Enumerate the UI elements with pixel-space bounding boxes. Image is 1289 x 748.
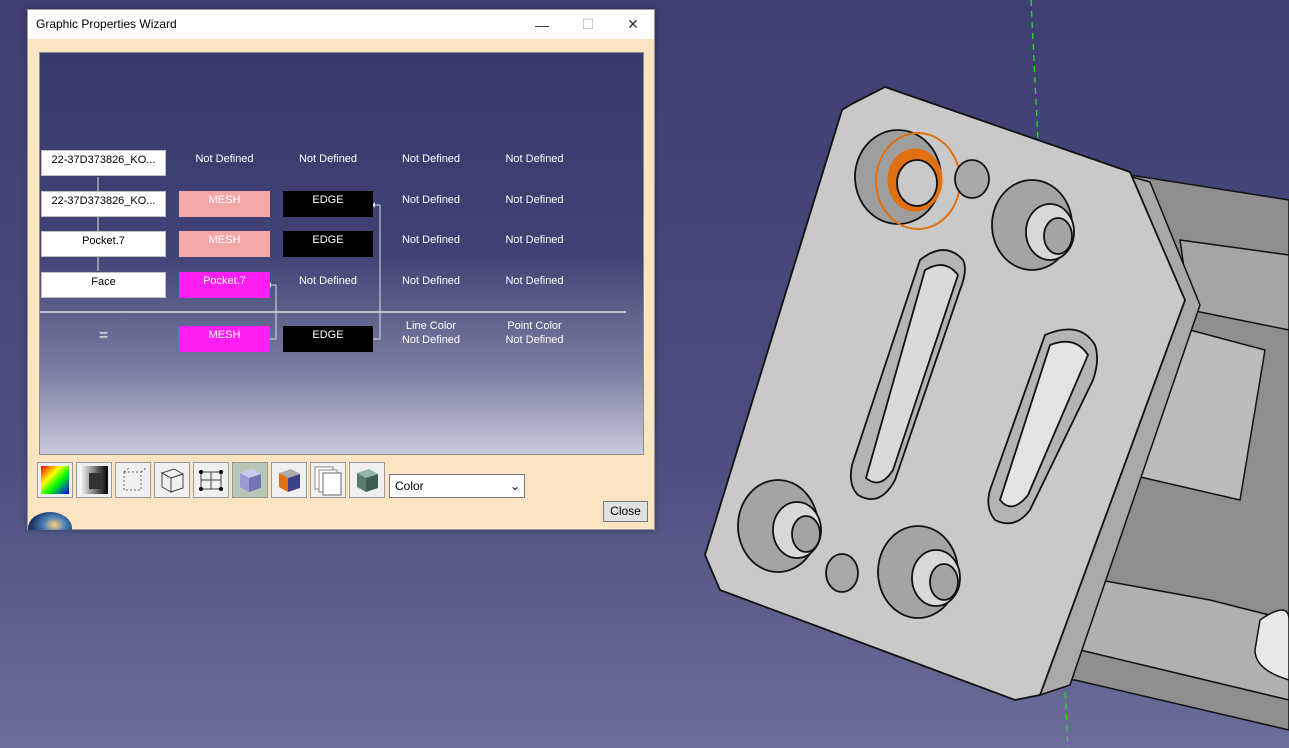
maximize-icon: ☐ bbox=[581, 16, 595, 32]
window-title: Graphic Properties Wizard bbox=[36, 17, 177, 31]
minimize-icon: — bbox=[535, 16, 549, 33]
graph-cell-r2-edge[interactable]: EDGE bbox=[283, 191, 373, 217]
hole-top-right bbox=[991, 179, 1075, 271]
graph-cell-r2-mesh[interactable]: MESH bbox=[179, 191, 270, 217]
result-line-color-value: Not Defined bbox=[401, 334, 461, 346]
dark-cube-button[interactable] bbox=[349, 462, 385, 498]
color-filter-select[interactable]: Color ⌄ bbox=[389, 474, 525, 498]
graph-cell-r1-c4: Not Defined bbox=[505, 153, 564, 165]
orange-cube-icon bbox=[279, 469, 300, 492]
close-icon: ✕ bbox=[627, 16, 639, 32]
points-box-button[interactable] bbox=[193, 462, 229, 498]
graph-cell-r3-c3: Not Defined bbox=[401, 234, 461, 246]
graph-cell-r1-c1: Not Defined bbox=[195, 153, 254, 165]
graph-node-pocket[interactable]: Pocket.7 bbox=[41, 231, 166, 257]
graph-cell-r3-c4: Not Defined bbox=[505, 234, 564, 246]
graph-cell-r3-edge[interactable]: EDGE bbox=[283, 231, 373, 257]
graph-cell-r2-c3: Not Defined bbox=[401, 194, 461, 206]
graph-cell-r2-c4: Not Defined bbox=[505, 194, 564, 206]
graph-cell-r1-c2: Not Defined bbox=[298, 153, 358, 165]
properties-graph: 22-37D373826_KO... Not Defined Not Defin… bbox=[39, 52, 644, 455]
graph-node-product[interactable]: 22-37D373826_KO... bbox=[41, 150, 166, 176]
result-point-color-label: Point Color bbox=[507, 320, 562, 332]
shaded-cube-button[interactable] bbox=[232, 462, 268, 498]
close-button[interactable]: Close bbox=[603, 501, 648, 522]
graphic-properties-wizard-dialog: Graphic Properties Wizard — ☐ ✕ 22-37D37… bbox=[27, 9, 655, 530]
graph-cell-r4-pocket[interactable]: Pocket.7 bbox=[179, 272, 270, 298]
close-window-button[interactable]: ✕ bbox=[610, 10, 656, 39]
shaded-cube-icon bbox=[240, 469, 261, 492]
result-equals-sign: = bbox=[98, 327, 109, 344]
chevron-down-icon: ⌄ bbox=[509, 479, 520, 493]
orange-cube-button[interactable] bbox=[271, 462, 307, 498]
gradient-cube-icon bbox=[80, 466, 108, 494]
hole-small-top bbox=[954, 159, 990, 199]
graph-cell-r4-c2: Not Defined bbox=[298, 275, 358, 287]
result-mesh[interactable]: MESH bbox=[179, 326, 270, 352]
hole-bottom-right bbox=[877, 525, 961, 619]
dotted-box-button[interactable] bbox=[115, 462, 151, 498]
result-point-color: Point Color Not Defined bbox=[488, 319, 581, 349]
gradient-cube-button[interactable] bbox=[76, 462, 112, 498]
wireframe-cube-icon bbox=[160, 468, 185, 493]
result-edge[interactable]: EDGE bbox=[283, 326, 373, 352]
result-line-color: Line Color Not Defined bbox=[385, 319, 477, 349]
color-wheel-button[interactable] bbox=[37, 462, 73, 498]
dark-cube-icon bbox=[357, 469, 378, 492]
color-filter-value: Color bbox=[395, 479, 424, 493]
dotted-box-icon bbox=[123, 467, 147, 491]
graph-cell-r4-c4: Not Defined bbox=[505, 275, 564, 287]
layers-icon bbox=[314, 466, 342, 496]
result-point-color-value: Not Defined bbox=[505, 334, 564, 346]
color-wheel-icon bbox=[41, 466, 69, 494]
graph-cell-r1-c3: Not Defined bbox=[401, 153, 461, 165]
minimize-button[interactable]: — bbox=[519, 10, 565, 39]
result-line-color-label: Line Color bbox=[405, 320, 457, 332]
graph-cell-r4-c3: Not Defined bbox=[401, 275, 461, 287]
points-box-icon bbox=[199, 470, 223, 491]
layers-button[interactable] bbox=[310, 462, 346, 498]
wireframe-cube-button[interactable] bbox=[154, 462, 190, 498]
title-bar[interactable]: Graphic Properties Wizard — ☐ ✕ bbox=[28, 10, 654, 39]
graph-cell-r3-mesh[interactable]: MESH bbox=[179, 231, 270, 257]
maximize-button[interactable]: ☐ bbox=[565, 10, 611, 39]
graph-node-face[interactable]: Face bbox=[41, 272, 166, 298]
graph-node-part[interactable]: 22-37D373826_KO... bbox=[41, 191, 166, 217]
catia-logo-icon bbox=[28, 512, 72, 530]
hole-small-bottom bbox=[825, 553, 859, 593]
